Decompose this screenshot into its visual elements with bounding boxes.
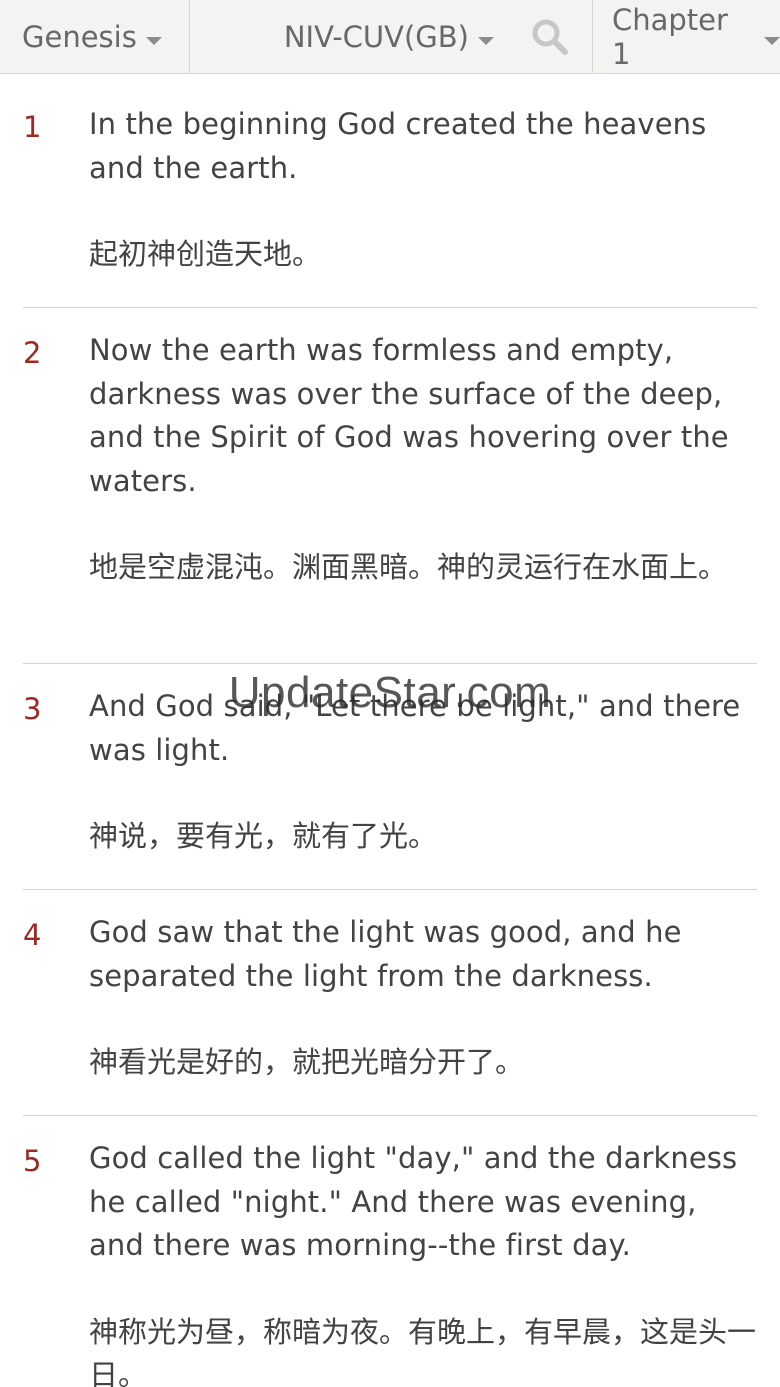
verse-body: God called the light "day," and the dark… [89,1137,757,1387]
verse-text-chinese: 神称光为昼，称暗为夜。有晚上，有早晨，这是头一日。 [89,1314,757,1387]
verse-item[interactable]: 5 God called the light "day," and the da… [23,1116,757,1387]
book-selector[interactable]: Genesis [0,0,190,73]
verse-list: 1 In the beginning God created the heave… [0,74,780,1387]
verse-text-english: And God said, "Let there be light," and … [89,689,741,767]
verse-number: 3 [23,692,42,726]
verse-body: Now the earth was formless and empty, da… [89,329,757,590]
verse-item[interactable]: 3 And God said, "Let there be light," an… [23,664,757,890]
chapter-selector-label: Chapter 1 [612,2,728,71]
verse-item[interactable]: 4 God saw that the light was good, and h… [23,890,757,1116]
verse-number: 1 [23,110,42,144]
verse-text-chinese: 起初神创造天地。 [89,237,322,271]
verse-number: 4 [23,918,42,952]
version-selector-label: NIV-CUV(GB) [283,19,469,54]
verse-item[interactable]: 1 In the beginning God created the heave… [23,74,757,308]
verse-number: 5 [23,1144,42,1178]
verse-text-english: God called the light "day," and the dark… [89,1141,738,1262]
bible-reader-screen: Genesis NIV-CUV(GB) Chapter 1 1 In the b… [0,0,780,1387]
verse-text-english: In the beginning God created the heavens… [89,107,707,185]
top-toolbar: Genesis NIV-CUV(GB) Chapter 1 [0,0,780,74]
verse-body: And God said, "Let there be light," and … [89,685,757,859]
version-selector[interactable]: NIV-CUV(GB) [190,0,508,73]
search-icon [532,19,568,55]
verse-body: God saw that the light was good, and he … [89,911,757,1085]
chevron-down-icon [478,36,494,45]
verse-body: In the beginning God created the heavens… [89,103,757,277]
chapter-selector[interactable]: Chapter 1 [593,0,780,73]
verse-text-english: Now the earth was formless and empty, da… [89,333,729,498]
chevron-down-icon [145,36,162,45]
book-selector-label: Genesis [22,19,137,54]
verse-item[interactable]: 2 Now the earth was formless and empty, … [23,308,757,664]
verse-text-chinese: 神说，要有光，就有了光。 [89,819,438,853]
verse-text-chinese: 神看光是好的，就把光暗分开了。 [89,1045,525,1079]
verse-text-chinese: 地是空虚混沌。渊面黑暗。神的灵运行在水面上。 [89,550,728,584]
verse-number: 2 [23,336,42,370]
search-button[interactable] [508,0,593,73]
chevron-down-icon [764,36,780,45]
verse-text-english: God saw that the light was good, and he … [89,915,682,993]
